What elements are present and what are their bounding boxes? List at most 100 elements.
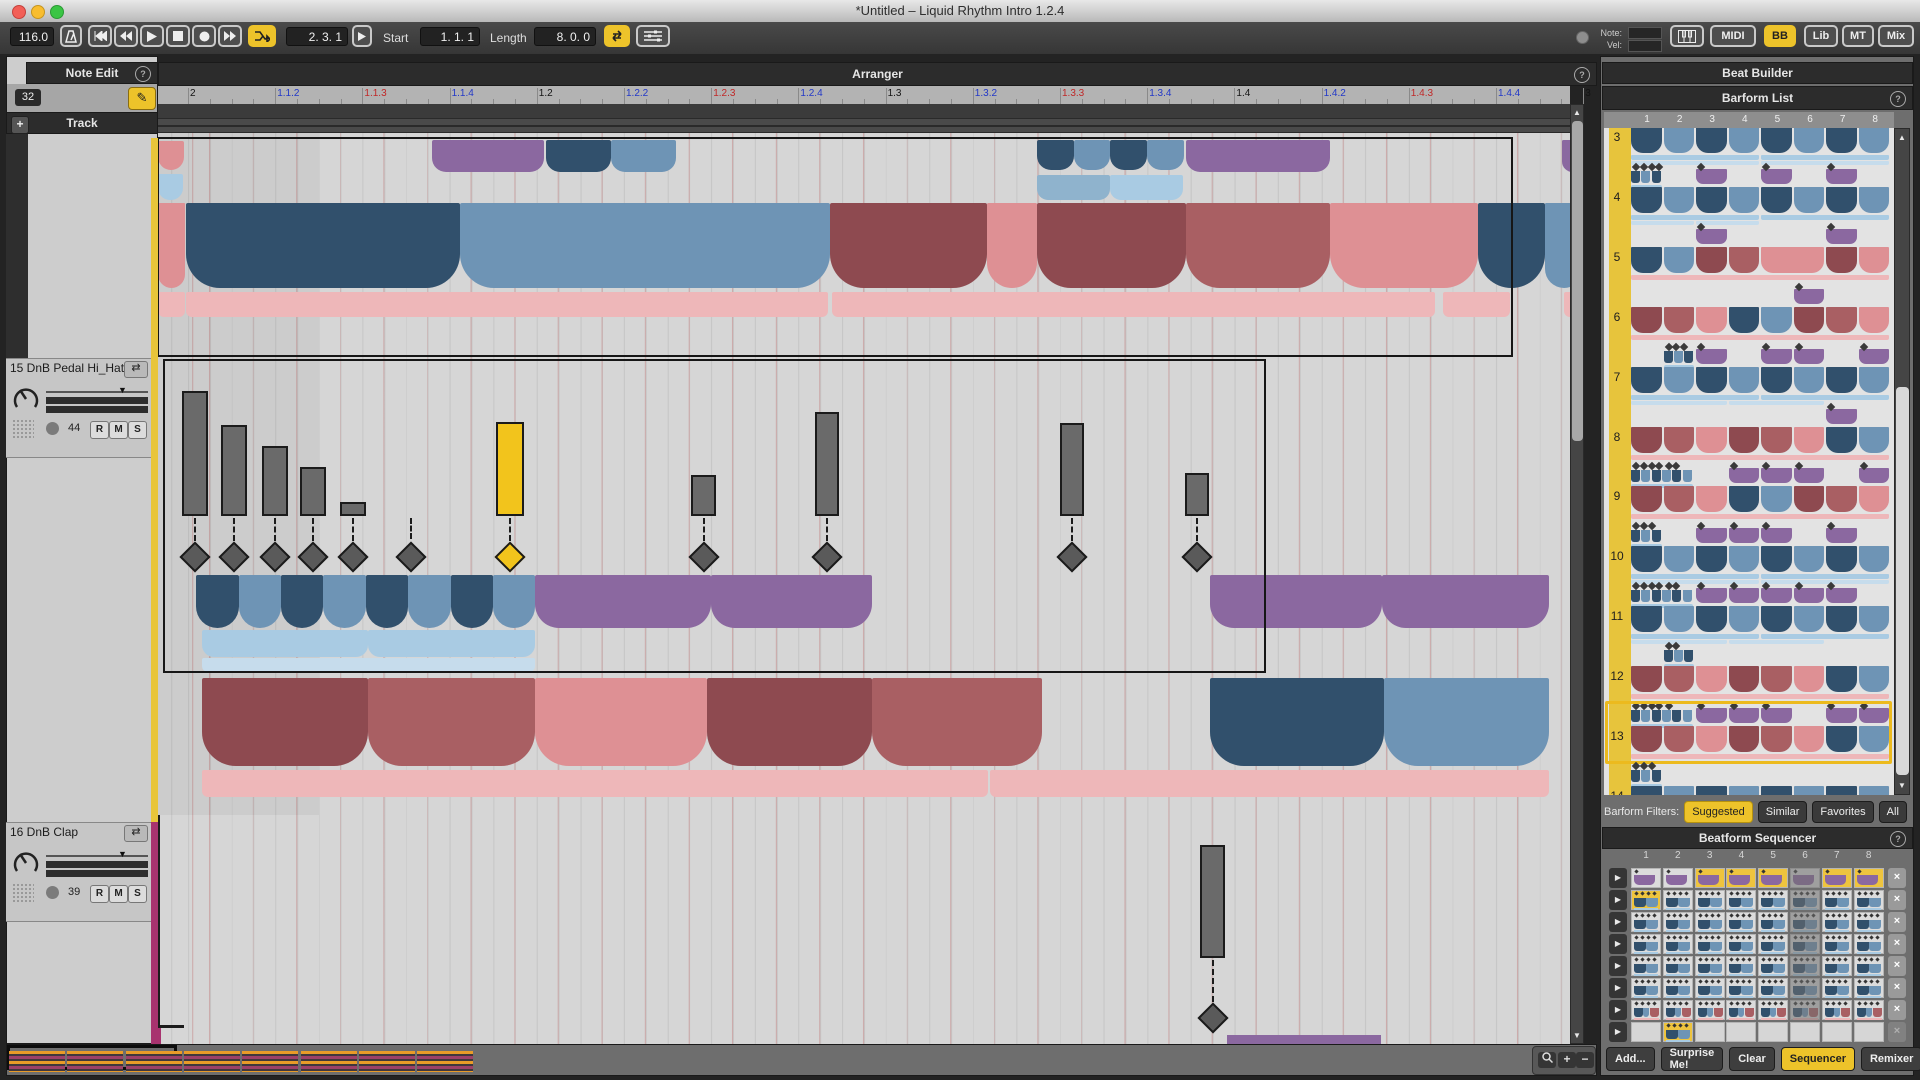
position-step-button[interactable] — [352, 25, 372, 47]
midi-note-bar[interactable] — [691, 475, 716, 516]
sequencer-cell[interactable] — [1854, 1000, 1884, 1020]
sequencer-cell[interactable] — [1790, 1000, 1820, 1020]
swap-icon[interactable]: ⇄ — [124, 361, 148, 378]
overview-clip-segment[interactable] — [184, 1051, 240, 1072]
barform-row[interactable]: 11 — [1604, 583, 1894, 643]
sequencer-cell[interactable] — [1758, 912, 1788, 932]
clip[interactable] — [1210, 678, 1384, 766]
follow-playhead-button[interactable] — [248, 25, 276, 47]
sequencer-cell[interactable] — [1726, 868, 1756, 888]
note-edit-help-icon[interactable]: ? — [135, 66, 151, 82]
skip-start-button[interactable] — [88, 25, 112, 47]
midi-note-flat[interactable] — [158, 1025, 184, 1028]
sequencer-row-clear-button[interactable]: × — [1888, 1022, 1906, 1042]
clip[interactable] — [990, 770, 1549, 797]
overview-clip-segment[interactable] — [359, 1051, 415, 1072]
sequencer-row-play-button[interactable]: ▶ — [1609, 890, 1627, 910]
sequencer-cell[interactable] — [1790, 956, 1820, 976]
pan-knob[interactable] — [12, 385, 40, 413]
track-card[interactable]: 15 DnB Pedal Hi_Hat⇄▼44RMS — [6, 358, 151, 458]
stop-button[interactable] — [166, 25, 190, 47]
note-diamond[interactable] — [1197, 1002, 1228, 1033]
sequencer-cell[interactable] — [1822, 1022, 1852, 1042]
midi-note-bar[interactable] — [1060, 423, 1084, 516]
midi-note-bar[interactable] — [300, 467, 326, 516]
midi-note-bar[interactable] — [262, 446, 288, 516]
sequencer-row-clear-button[interactable]: × — [1888, 1000, 1906, 1020]
position-display[interactable]: 2. 3. 1 — [286, 27, 348, 46]
barform-row[interactable]: 7 — [1604, 344, 1894, 404]
sequencer-cell[interactable] — [1758, 1000, 1788, 1020]
beat-builder-view-button[interactable]: BB — [1764, 25, 1796, 47]
midi-note-bar[interactable] — [1200, 845, 1225, 958]
sequencer-cell[interactable] — [1726, 956, 1756, 976]
sequencer-cell[interactable] — [1663, 1022, 1693, 1042]
barform-row[interactable]: 14 — [1604, 763, 1894, 795]
sequencer-cell[interactable] — [1631, 1022, 1661, 1042]
fast-forward-button[interactable] — [218, 25, 242, 47]
overview-clip-segment[interactable] — [9, 1051, 65, 1072]
keyboard-view-button[interactable] — [1670, 25, 1704, 47]
arranger-ruler[interactable]: 21.1.21.1.31.1.41.21.2.21.2.31.2.41.31.3… — [158, 86, 1570, 105]
surpriseme-button[interactable]: Surprise Me! — [1661, 1047, 1724, 1071]
slider-handle-icon[interactable]: ▼ — [118, 849, 127, 859]
sequencer-cell[interactable] — [1854, 1022, 1884, 1042]
length-value[interactable]: 8. 0. 0 — [534, 27, 596, 46]
sequencer-cell[interactable] — [1822, 956, 1852, 976]
sequencer-cell[interactable] — [1822, 890, 1852, 910]
sequencer-cell[interactable] — [1726, 912, 1756, 932]
track-mute-button[interactable]: M — [109, 421, 128, 439]
sequencer-cell[interactable] — [1822, 978, 1852, 998]
tempo-display[interactable]: 116.0 — [10, 27, 54, 46]
track-record-button[interactable]: R — [90, 885, 109, 903]
barform-row[interactable]: 4 — [1604, 164, 1894, 224]
track-record-button[interactable]: R — [90, 421, 109, 439]
swap-icon[interactable]: ⇄ — [124, 825, 148, 842]
grid-resolution-value[interactable]: 32 — [15, 89, 41, 106]
sequencer-cell[interactable] — [1854, 912, 1884, 932]
arranger-vscroll-thumb[interactable] — [1572, 121, 1583, 441]
midi-note-bar[interactable] — [221, 425, 247, 516]
sequencer-cell[interactable] — [1790, 978, 1820, 998]
beatform-sequencer-help-icon[interactable]: ? — [1890, 831, 1906, 847]
track-solo-button[interactable]: S — [128, 885, 147, 903]
sequencer-cell[interactable] — [1758, 934, 1788, 954]
sequencer-cell[interactable] — [1631, 934, 1661, 954]
sequencer-cell[interactable] — [1663, 868, 1693, 888]
clip[interactable] — [1545, 203, 1570, 288]
barform-row[interactable]: 6 — [1604, 284, 1894, 344]
sequencer-row-play-button[interactable]: ▶ — [1609, 934, 1627, 954]
sequencer-row-clear-button[interactable]: × — [1888, 868, 1906, 888]
clip[interactable] — [368, 678, 535, 766]
sequencer-cell[interactable] — [1854, 868, 1884, 888]
midi-note-bar[interactable] — [1185, 473, 1209, 516]
arrangement-overview-bar[interactable] — [6, 1044, 1597, 1076]
sequencer-cell[interactable] — [1790, 934, 1820, 954]
sequencer-cell[interactable] — [1663, 956, 1693, 976]
clip[interactable] — [1384, 678, 1549, 766]
barform-row[interactable]: 3 — [1604, 128, 1894, 164]
sequencer-cell[interactable] — [1695, 956, 1725, 976]
midi-note-bar[interactable] — [815, 412, 839, 516]
sequencer-cell[interactable] — [1822, 868, 1852, 888]
filter-similar-button[interactable]: Similar — [1758, 801, 1808, 823]
sequencer-cell[interactable] — [1822, 934, 1852, 954]
arranger-canvas[interactable] — [158, 104, 1570, 1044]
clear-button[interactable]: Clear — [1729, 1047, 1775, 1071]
sequencer-cell[interactable] — [1790, 912, 1820, 932]
sequencer-cell[interactable] — [1854, 890, 1884, 910]
sequencer-cell[interactable] — [1822, 912, 1852, 932]
sequencer-cell[interactable] — [1726, 978, 1756, 998]
zoom-tool-button[interactable] — [1538, 1052, 1556, 1068]
velocity-slider-track[interactable] — [46, 391, 148, 393]
filter-suggested-button[interactable]: Suggested — [1684, 801, 1753, 823]
midi-note-bar[interactable] — [182, 391, 208, 516]
start-value[interactable]: 1. 1. 1 — [420, 27, 480, 46]
sequencer-cell[interactable] — [1758, 1022, 1788, 1042]
grid-settings-button[interactable] — [636, 25, 670, 47]
barform-row[interactable]: 5 — [1604, 224, 1894, 284]
pan-knob[interactable] — [12, 849, 40, 877]
sequencer-cell[interactable] — [1695, 890, 1725, 910]
sequencer-cell[interactable] — [1726, 1022, 1756, 1042]
velocity-slider-track[interactable] — [46, 855, 148, 857]
